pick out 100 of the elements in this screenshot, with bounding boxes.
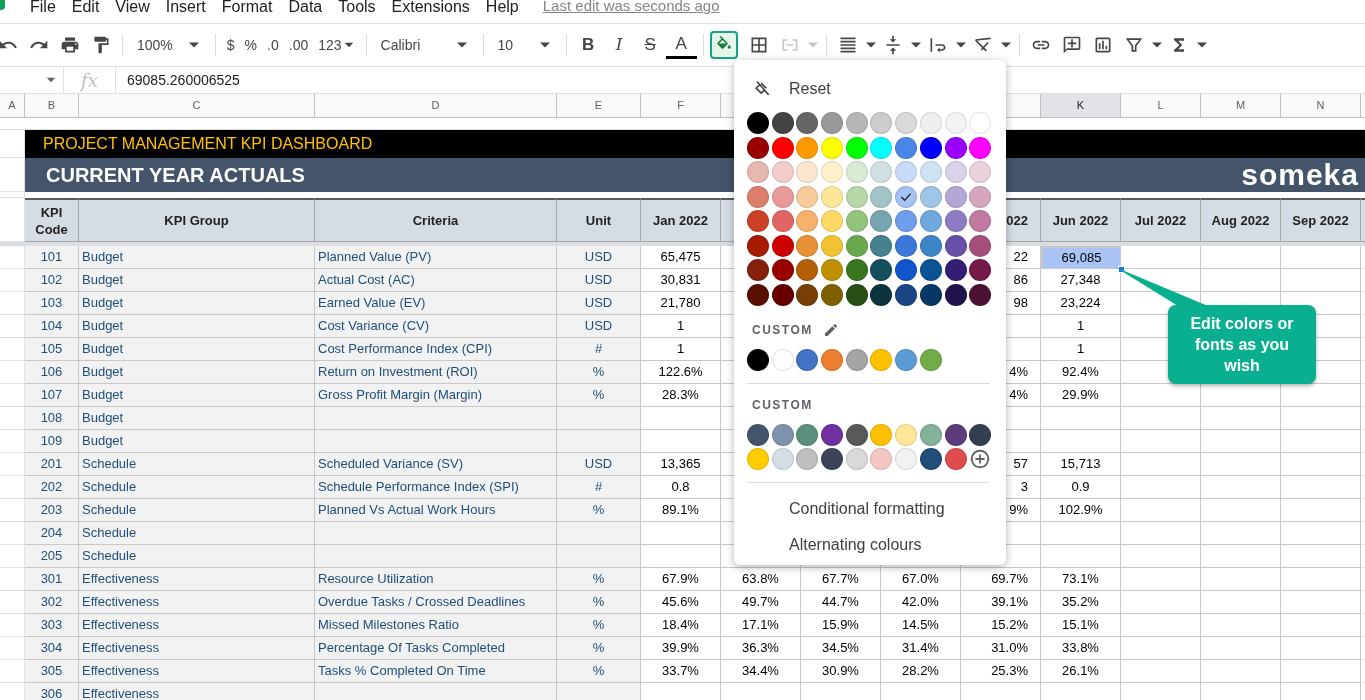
- color-swatch[interactable]: [870, 112, 893, 134]
- color-swatch[interactable]: [919, 112, 942, 134]
- column-header[interactable]: C: [79, 94, 315, 117]
- color-swatch[interactable]: [821, 348, 844, 371]
- menu-item[interactable]: View: [107, 0, 158, 19]
- color-swatch[interactable]: [845, 112, 868, 134]
- color-swatch[interactable]: [870, 259, 893, 281]
- color-swatch[interactable]: [747, 259, 769, 281]
- bold-button[interactable]: B: [572, 31, 604, 59]
- table-cell[interactable]: [0, 453, 25, 476]
- color-swatch[interactable]: [747, 283, 769, 306]
- color-swatch[interactable]: [969, 161, 992, 183]
- color-swatch[interactable]: [919, 136, 942, 159]
- table-cell[interactable]: [0, 384, 25, 407]
- color-swatch[interactable]: [870, 348, 893, 371]
- number-format-button[interactable]: .0: [262, 31, 284, 59]
- color-swatch[interactable]: [919, 283, 942, 306]
- strikethrough-button[interactable]: S: [634, 31, 666, 59]
- color-swatch[interactable]: [747, 161, 769, 183]
- color-swatch[interactable]: [821, 161, 844, 183]
- color-swatch[interactable]: [821, 234, 844, 257]
- fill-color-button[interactable]: [709, 31, 738, 59]
- color-swatch[interactable]: [796, 283, 819, 306]
- color-swatch[interactable]: [969, 185, 992, 208]
- color-swatch[interactable]: [944, 161, 967, 183]
- last-edit-link[interactable]: Last edit was seconds ago: [542, 0, 720, 18]
- italic-button[interactable]: I: [603, 31, 635, 59]
- color-swatch[interactable]: [919, 348, 942, 371]
- color-swatch[interactable]: [845, 161, 868, 183]
- menu-item[interactable]: Help: [477, 0, 527, 19]
- color-swatch[interactable]: [895, 185, 918, 208]
- color-swatch[interactable]: [969, 423, 992, 446]
- color-swatch[interactable]: [870, 448, 893, 470]
- color-swatch[interactable]: [796, 423, 819, 446]
- color-swatch[interactable]: [747, 210, 769, 232]
- color-swatch[interactable]: [895, 283, 918, 306]
- color-swatch[interactable]: [919, 448, 942, 470]
- color-swatch[interactable]: [895, 348, 918, 371]
- color-swatch[interactable]: [895, 448, 918, 470]
- color-swatch[interactable]: [747, 112, 769, 134]
- color-swatch[interactable]: [771, 210, 794, 232]
- font-dropdown[interactable]: Calibri: [372, 31, 477, 59]
- formula-input[interactable]: 69085.260006525: [116, 69, 240, 91]
- add-color-icon[interactable]: [969, 448, 992, 470]
- color-swatch[interactable]: [796, 112, 819, 134]
- color-swatch[interactable]: [895, 136, 918, 159]
- color-swatch[interactable]: [969, 234, 992, 257]
- color-swatch[interactable]: [796, 136, 819, 159]
- text-color-button[interactable]: A: [665, 31, 697, 59]
- column-header[interactable]: F: [641, 94, 721, 117]
- align-left-icon[interactable]: [838, 35, 859, 55]
- color-swatch[interactable]: [771, 423, 794, 446]
- color-swatch[interactable]: [919, 185, 942, 208]
- color-swatch[interactable]: [895, 259, 918, 281]
- color-swatch[interactable]: [821, 185, 844, 208]
- number-format-button[interactable]: %: [239, 31, 263, 59]
- menu-item[interactable]: Format: [213, 0, 281, 19]
- color-swatch[interactable]: [895, 234, 918, 257]
- menu-item[interactable]: Tools: [330, 0, 384, 19]
- color-swatch[interactable]: [771, 448, 794, 470]
- color-swatch[interactable]: [944, 234, 967, 257]
- table-cell[interactable]: [0, 476, 25, 499]
- color-swatch[interactable]: [895, 210, 918, 232]
- font-size-dropdown[interactable]: 10: [489, 31, 560, 59]
- table-cell[interactable]: [0, 660, 25, 683]
- column-header[interactable]: A: [0, 94, 25, 117]
- menu-item[interactable]: Insert: [157, 0, 214, 19]
- table-cell[interactable]: [0, 522, 25, 545]
- menu-item[interactable]: Edit: [63, 0, 108, 19]
- reset-item[interactable]: Reset: [789, 77, 831, 101]
- table-cell[interactable]: [0, 130, 25, 158]
- color-swatch[interactable]: [919, 234, 942, 257]
- color-swatch[interactable]: [919, 210, 942, 232]
- table-cell[interactable]: [0, 269, 25, 292]
- color-swatch[interactable]: [870, 185, 893, 208]
- column-header[interactable]: D: [315, 94, 557, 117]
- color-swatch[interactable]: [771, 161, 794, 183]
- menu-item[interactable]: Extensions: [383, 0, 478, 19]
- column-header[interactable]: N: [1281, 94, 1361, 117]
- color-swatch[interactable]: [821, 448, 844, 470]
- table-cell[interactable]: [0, 430, 25, 453]
- print-icon[interactable]: [59, 35, 80, 55]
- number-format-dropdown[interactable]: 123: [313, 31, 360, 59]
- color-swatch[interactable]: [796, 210, 819, 232]
- pencil-icon[interactable]: [822, 321, 839, 338]
- table-cell[interactable]: [0, 246, 25, 269]
- color-swatch[interactable]: [771, 348, 794, 371]
- color-swatch[interactable]: [845, 348, 868, 371]
- borders-icon[interactable]: [749, 35, 770, 55]
- color-swatch[interactable]: [796, 161, 819, 183]
- color-swatch[interactable]: [796, 348, 819, 371]
- table-cell[interactable]: [0, 315, 25, 338]
- color-swatch[interactable]: [821, 423, 844, 446]
- color-swatch[interactable]: [771, 259, 794, 281]
- color-swatch[interactable]: [845, 210, 868, 232]
- color-swatch[interactable]: [895, 112, 918, 134]
- table-cell[interactable]: [0, 361, 25, 384]
- color-swatch[interactable]: [870, 210, 893, 232]
- zoom-dropdown[interactable]: 100%: [129, 31, 209, 59]
- color-swatch[interactable]: [796, 259, 819, 281]
